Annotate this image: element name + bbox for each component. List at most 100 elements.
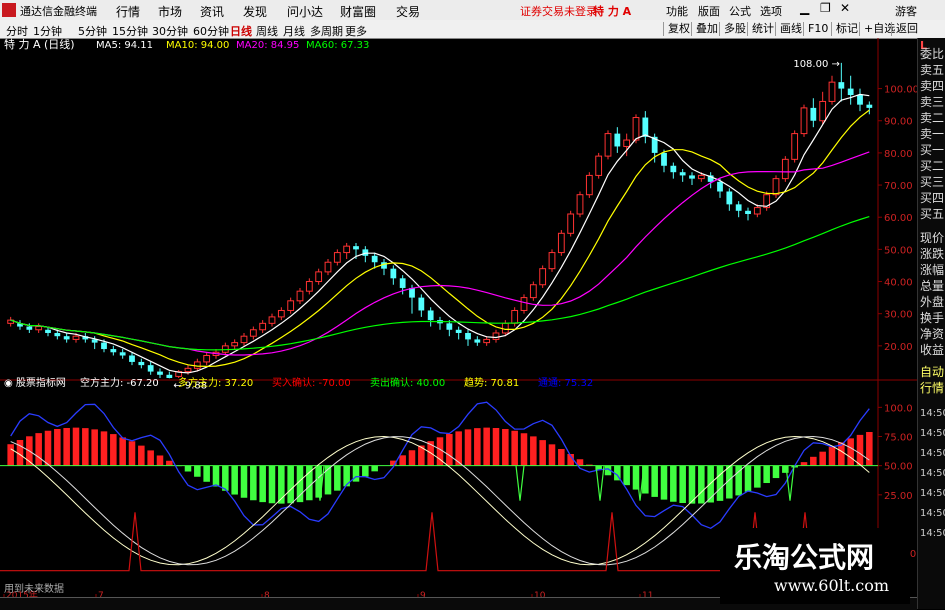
candle-body-down: [45, 329, 51, 333]
button-fanhui[interactable]: 返回: [891, 22, 922, 36]
candle-body-down: [446, 323, 453, 330]
tab-1min[interactable]: 1分钟: [33, 23, 62, 39]
menu-jiaoyi[interactable]: 交易: [396, 3, 420, 20]
candle-body-down: [455, 329, 462, 333]
candle-body-up: [772, 178, 780, 196]
indicator-tick-label: 75.00: [884, 433, 913, 444]
chart-title: 特 力 A (日线): [4, 38, 75, 51]
menu-wenxiaoda[interactable]: 问小达: [287, 3, 323, 20]
period-tab-bar: 分时 1分钟 5分钟 15分钟 30分钟 60分钟 日线 周线 月线 多周期 更…: [0, 20, 945, 39]
tab-60min[interactable]: 60分钟: [193, 23, 229, 39]
tab-30min[interactable]: 30分钟: [152, 23, 188, 39]
tab-15min[interactable]: 15分钟: [112, 23, 148, 39]
sidebar-item-maiyi: 卖一: [920, 127, 945, 141]
candle-body-down: [353, 246, 359, 250]
menu-caifuquan[interactable]: 财富圈: [340, 3, 376, 20]
menu-banmian[interactable]: 版面: [698, 3, 720, 19]
app-logo-icon: [2, 3, 16, 17]
menu-gongshi[interactable]: 公式: [729, 3, 751, 19]
candle-body-up: [501, 322, 509, 334]
minimize-icon[interactable]: ▁: [800, 1, 809, 15]
candle-body-up: [333, 252, 341, 263]
restore-icon[interactable]: ❐: [820, 1, 831, 15]
tab-multi-period[interactable]: 多周期: [310, 23, 343, 39]
sidebar-item-maisi: 卖四: [920, 79, 945, 93]
candle-body-up: [184, 367, 192, 373]
menu-hangqing[interactable]: 行情: [116, 3, 140, 20]
sidebar-item-waipan: 外盘: [920, 295, 945, 309]
price-tick-label: 30.00: [884, 310, 913, 321]
button-diejia[interactable]: 叠加: [691, 22, 722, 36]
tab-more[interactable]: 更多: [345, 23, 367, 39]
candle-body-down: [101, 342, 107, 350]
menu-xuanxiang[interactable]: 选项: [760, 3, 782, 19]
chart-svg[interactable]: 108.00 →← 9.88 100.00 90.00 80.00 70.00 60.0…: [0, 37, 919, 601]
tab-5min[interactable]: 5分钟: [78, 23, 107, 39]
ma-legend-MA5: MA5: 94.11: [96, 40, 153, 51]
sidebar-item-zongliang: 总量: [920, 279, 945, 293]
candle-body-down: [371, 255, 378, 263]
sidebar-tab-zidong[interactable]: 自动: [920, 364, 945, 380]
tab-monthly[interactable]: 月线: [283, 23, 305, 39]
tick-time: 14:50: [920, 468, 945, 479]
moving-average-lines: 108.00 →← 9.88: [10, 59, 870, 391]
candle-body-up: [324, 261, 332, 273]
user-label[interactable]: 游客: [895, 3, 917, 19]
candle-body-up: [72, 335, 80, 340]
candle-body-down: [119, 352, 126, 356]
tick-time: 14:50: [920, 488, 945, 499]
sidebar-item-buy1: 买一: [920, 143, 945, 157]
candle-body-up: [520, 297, 528, 311]
menu-faxian[interactable]: 发现: [243, 3, 267, 20]
chart-grid: [0, 38, 917, 599]
candle-body-down: [418, 297, 425, 311]
menu-zixun[interactable]: 资讯: [200, 3, 224, 20]
candle-body-up: [585, 174, 593, 196]
indicator-legend-item: 趋势: 70.81: [464, 376, 519, 389]
sidebar-item-maier: 卖二: [920, 111, 945, 125]
indicator-sell-signal: [515, 465, 525, 501]
candle-body-down: [465, 332, 471, 340]
ma-legend-MA20: MA20: 84.95: [236, 40, 299, 51]
menu-shichang[interactable]: 市场: [158, 3, 182, 20]
indicator-legend-item: 通通: 75.32: [538, 377, 593, 389]
tab-daily[interactable]: 日线: [230, 23, 252, 39]
button-huaxian[interactable]: 画线: [775, 22, 806, 36]
sidebar-item-zhangfu: 涨幅: [920, 263, 945, 277]
candle-body-down: [810, 107, 817, 121]
candle-body-down: [679, 172, 686, 176]
indicator-legend-item: 买入确认: -70.00: [272, 376, 351, 389]
candle-body-down: [362, 249, 369, 256]
ma-line-MA60: [10, 216, 870, 351]
sidebar-item-buy3: 买三: [920, 175, 945, 189]
candle-body-down: [63, 336, 70, 340]
tab-weekly[interactable]: 周线: [256, 23, 278, 39]
app-name: 通达信金融终端: [20, 5, 97, 18]
settings-icon[interactable]: ✕: [840, 1, 850, 15]
button-tongji[interactable]: 统计: [747, 22, 778, 36]
candle-body-up: [529, 284, 537, 299]
login-status[interactable]: 证券交易未登录: [520, 3, 597, 19]
sidebar-tab-hangqing[interactable]: 行情: [920, 380, 945, 396]
candle-body-up: [819, 100, 827, 122]
button-f10[interactable]: F10: [803, 22, 832, 36]
menu-gongneng[interactable]: 功能: [666, 3, 688, 19]
tab-fenshi[interactable]: 分时: [6, 23, 28, 39]
candle-body-up: [305, 281, 313, 292]
candle-body-down: [138, 361, 145, 366]
indicator-legend-item: 空方主力: -67.20: [80, 376, 159, 389]
candle-body-up: [249, 329, 257, 337]
candle-body-up: [632, 117, 640, 141]
price-tick-label: 20.00: [884, 342, 913, 353]
button-fuquan[interactable]: 复权: [663, 22, 694, 36]
candle-body-down: [147, 365, 154, 372]
sidebar-item-weibi: 委比: [920, 47, 945, 61]
button-duogu[interactable]: 多股: [719, 22, 750, 36]
price-tick-label: 100.00: [884, 85, 917, 96]
button-biaoji[interactable]: 标记: [831, 22, 862, 36]
high-price-annotation: 108.00 →: [793, 59, 840, 70]
chart-area[interactable]: 108.00 → ← 9.88 100.00 90.00 80.00 70.00 60.0…: [0, 37, 919, 601]
indicator-legend-item: 多方主力: 37.20: [178, 376, 253, 389]
future-data-notice: 用到未来数据: [4, 582, 64, 595]
candle-body-up: [287, 300, 295, 311]
